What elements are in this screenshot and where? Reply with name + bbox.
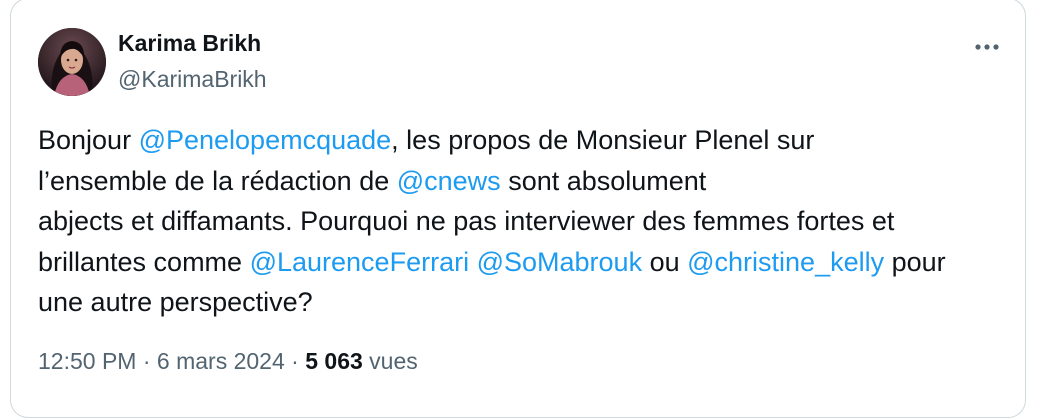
tweet-text-segment: une autre perspective? <box>38 287 313 317</box>
mention-link[interactable]: @christine_kelly <box>687 247 884 277</box>
author-avatar[interactable] <box>38 28 106 96</box>
more-icon <box>975 44 999 50</box>
mention-link[interactable]: @SoMabrouk <box>477 247 642 277</box>
tweet-text-segment: l’ensemble de la rédaction de <box>38 165 397 196</box>
tweet-text-segment <box>469 247 477 277</box>
tweet-text-segment: brillantes comme <box>38 246 250 277</box>
tweet-text: Bonjour @Penelopemcquade, les propos de … <box>38 120 998 323</box>
tweet-time[interactable]: 12:50 PM <box>38 348 136 374</box>
tweet-text-segment: , les propos de Monsieur Plenel sur <box>391 125 815 155</box>
tweet-line: l’ensemble de la rédaction de @cnews son… <box>38 161 998 202</box>
meta-separator: · <box>136 348 157 374</box>
tweet-date[interactable]: 6 mars 2024 <box>157 348 285 374</box>
tweet-text-segment: Bonjour <box>38 125 139 155</box>
tweet-text-segment: abjects et diffamants. Pourquoi ne pas i… <box>38 206 895 236</box>
author-handle[interactable]: @KarimaBrikh <box>118 65 267 93</box>
mention-link[interactable]: @LaurenceFerrari <box>250 247 470 277</box>
tweet-card: Karima Brikh @KarimaBrikh Bonjour @Penel… <box>10 0 1026 418</box>
tweet-line: une autre perspective? <box>38 282 998 323</box>
tweet-text-segment: pour <box>884 246 946 277</box>
tweet-line: brillantes comme @LaurenceFerrari @SoMab… <box>38 242 998 283</box>
tweet-text-segment: ou <box>642 246 688 277</box>
views-count: 5 063 <box>305 348 363 374</box>
more-options-button[interactable] <box>971 31 1003 63</box>
meta-separator: · <box>284 348 306 374</box>
tweet-text-segment: sont absolument <box>500 165 707 196</box>
author-name[interactable]: Karima Brikh <box>118 29 261 57</box>
views-label: vues <box>369 348 418 374</box>
mention-link[interactable]: @cnews <box>397 166 501 196</box>
tweet-metadata: 12:50 PM · 6 mars 2024 · 5 063 vues <box>38 347 418 375</box>
avatar-photo-icon <box>38 28 106 96</box>
tweet-line: Bonjour @Penelopemcquade, les propos de … <box>38 120 998 161</box>
tweet-line: abjects et diffamants. Pourquoi ne pas i… <box>38 201 998 242</box>
mention-link[interactable]: @Penelopemcquade <box>139 125 392 155</box>
